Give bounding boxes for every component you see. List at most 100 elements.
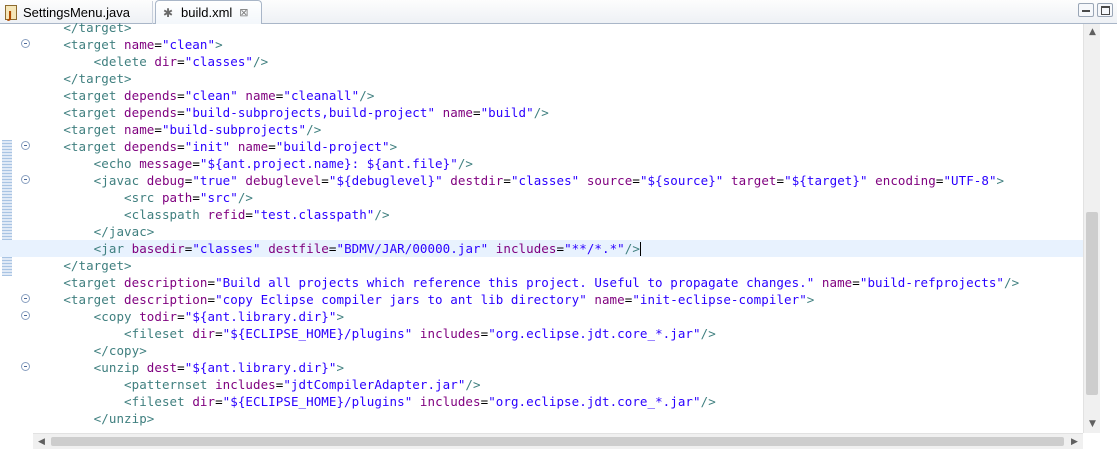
code-text: <fileset dir="${ECLIPSE_HOME}/plugins" i…	[33, 393, 716, 410]
code-line[interactable]: </unzip>	[0, 410, 1083, 427]
code-token: source	[579, 173, 633, 188]
code-token: =	[503, 173, 511, 188]
code-token: =	[207, 275, 216, 290]
code-token: "${ECLIPSE_HOME}/plugins"	[222, 326, 413, 341]
code-token: </target>	[33, 71, 132, 86]
code-token: />	[306, 122, 322, 137]
code-text: <echo message="${ant.project.name}: ${an…	[33, 155, 473, 172]
overview-ruler[interactable]	[1100, 24, 1117, 433]
code-line[interactable]: <fileset dir="${ECLIPSE_HOME}/plugins" i…	[0, 393, 1083, 410]
fold-collapse-icon[interactable]	[21, 141, 30, 150]
scroll-left-arrow-icon[interactable]: ◀	[33, 434, 50, 450]
code-line[interactable]: <target depends="build-subprojects,build…	[0, 104, 1083, 121]
code-line[interactable]: <target name="clean">	[0, 36, 1083, 53]
code-line[interactable]: </copy>	[0, 342, 1083, 359]
scroll-down-arrow-icon[interactable]: ▼	[1084, 416, 1101, 433]
code-token: />	[700, 394, 716, 409]
code-token: refid	[207, 207, 246, 222]
code-token: name	[124, 37, 155, 52]
fold-collapse-icon[interactable]	[21, 39, 30, 48]
fold-collapse-icon[interactable]	[21, 294, 30, 303]
code-token: <unzip	[33, 360, 147, 375]
code-token: "build-subprojects,build-project"	[184, 105, 436, 120]
code-line[interactable]: <target description="copy Eclipse compil…	[0, 291, 1083, 308]
code-text: </target>	[33, 70, 132, 87]
code-text: <delete dir="classes"/>	[33, 53, 268, 70]
code-line[interactable]: <target name="build-subprojects"/>	[0, 121, 1083, 138]
code-text: </unzip>	[33, 410, 155, 427]
code-text: <jar basedir="classes" destfile="BDMV/JA…	[33, 240, 641, 257]
code-token: <target	[33, 275, 125, 290]
code-token: name	[586, 292, 625, 307]
code-line[interactable]: <src path="src"/>	[0, 189, 1083, 206]
code-token: "org.eclipse.jdt.core_*.jar"	[488, 394, 701, 409]
code-token: message	[139, 156, 193, 171]
code-token: />	[700, 326, 716, 341]
code-line[interactable]: <target description="Build all projects …	[0, 274, 1083, 291]
close-tab-icon[interactable]: ⊠	[239, 6, 248, 19]
scroll-up-arrow-icon[interactable]: ▲	[1084, 24, 1101, 41]
code-line[interactable]: <target depends="init" name="build-proje…	[0, 138, 1083, 155]
code-token: <fileset	[33, 394, 193, 409]
code-area[interactable]: </target> <target name="clean"> <delete …	[0, 20, 1083, 433]
code-token: "build"	[480, 105, 534, 120]
fold-collapse-icon[interactable]	[21, 311, 30, 320]
code-token: </unzip>	[33, 411, 155, 426]
code-line[interactable]: </target>	[0, 70, 1083, 87]
xml-editor[interactable]: </target> <target name="clean"> <delete …	[0, 20, 1117, 433]
code-line[interactable]: <classpath refid="test.classpath"/>	[0, 206, 1083, 223]
code-token: <target	[33, 139, 125, 154]
code-token: =	[556, 241, 565, 256]
code-token: "**/*.*"	[564, 241, 625, 256]
code-token: <copy	[33, 309, 140, 324]
code-line[interactable]: <fileset dir="${ECLIPSE_HOME}/plugins" i…	[0, 325, 1083, 342]
code-token: dir	[192, 326, 216, 341]
code-token: <target	[33, 88, 125, 103]
code-token: "Build all projects which reference this…	[215, 275, 815, 290]
code-text: <unzip dest="${ant.library.dir}">	[33, 359, 344, 376]
code-token: </target>	[33, 20, 132, 35]
code-token: >	[389, 139, 398, 154]
code-token: name	[435, 105, 473, 120]
vertical-scrollbar[interactable]: ▲ ▼	[1083, 24, 1100, 433]
horizontal-scrollbar[interactable]: ◀ ▶	[33, 433, 1083, 449]
code-text: <target depends="init" name="build-proje…	[33, 138, 397, 155]
code-token: <src	[33, 190, 162, 205]
code-line[interactable]: <target depends="clean" name="cleanall"/…	[0, 87, 1083, 104]
code-token: "copy Eclipse compiler jars to ant lib d…	[215, 292, 587, 307]
code-text: <target name="build-subprojects"/>	[33, 121, 321, 138]
code-token: "classes"	[510, 173, 580, 188]
code-token: "UTF-8"	[943, 173, 997, 188]
code-token: />	[359, 88, 375, 103]
fold-collapse-icon[interactable]	[21, 175, 30, 184]
code-line[interactable]: <unzip dest="${ant.library.dir}">	[0, 359, 1083, 376]
code-token: "jdtCompilerAdapter.jar"	[283, 377, 466, 392]
code-line[interactable]: <patternset includes="jdtCompilerAdapter…	[0, 376, 1083, 393]
code-token: </copy>	[33, 343, 147, 358]
code-token: =	[177, 360, 185, 375]
vertical-scroll-thumb[interactable]	[1086, 212, 1098, 395]
code-line[interactable]: </target>	[0, 19, 1083, 36]
code-token: "${ECLIPSE_HOME}/plugins"	[222, 394, 413, 409]
code-line[interactable]: </target>	[0, 257, 1083, 274]
code-line[interactable]: <echo message="${ant.project.name}: ${an…	[0, 155, 1083, 172]
code-token: />	[457, 156, 473, 171]
code-token: "${ant.library.dir}"	[184, 309, 337, 324]
code-token: <fileset	[33, 326, 193, 341]
code-token: target	[723, 173, 777, 188]
horizontal-scroll-thumb[interactable]	[51, 437, 1064, 446]
scroll-right-arrow-icon[interactable]: ▶	[1066, 434, 1083, 450]
code-line[interactable]: <delete dir="classes"/>	[0, 53, 1083, 70]
code-line[interactable]: </javac>	[0, 223, 1083, 240]
code-line[interactable]: <javac debug="true" debuglevel="${debugl…	[0, 172, 1083, 189]
maximize-button[interactable]	[1097, 3, 1113, 17]
code-line[interactable]: <jar basedir="classes" destfile="BDMV/JA…	[0, 240, 1083, 257]
code-text: <target description="Build all projects …	[33, 274, 1019, 291]
code-token: "BDMV/JAR/00000.jar"	[336, 241, 489, 256]
code-line[interactable]: <copy todir="${ant.library.dir}">	[0, 308, 1083, 325]
minimize-button[interactable]	[1078, 3, 1094, 17]
fold-collapse-icon[interactable]	[21, 362, 30, 371]
code-token: debuglevel	[237, 173, 322, 188]
code-token: includes	[412, 394, 481, 409]
code-token: "classes"	[192, 241, 261, 256]
